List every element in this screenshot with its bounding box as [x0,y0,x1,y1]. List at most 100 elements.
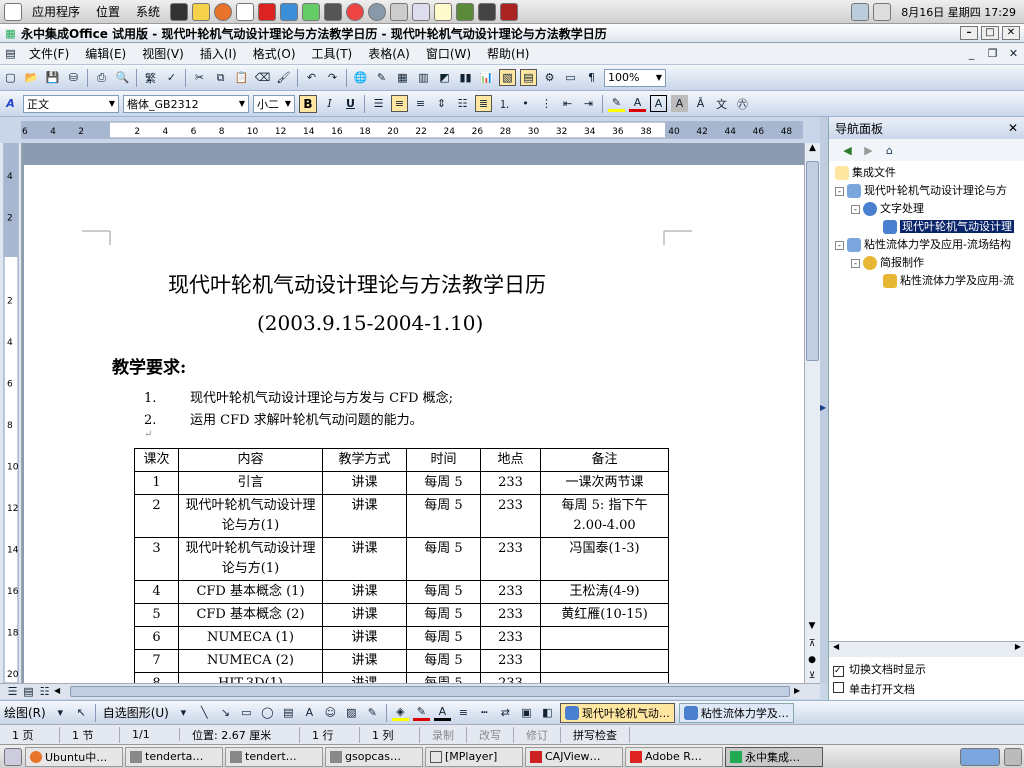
text-editor-icon[interactable] [192,2,211,21]
arrow-style-icon[interactable]: ⇄ [497,704,514,721]
menu-system[interactable]: 系统 [128,3,168,20]
gear-icon[interactable]: ⚙ [541,69,558,86]
nav-hscroll[interactable]: ◀ ▶ [829,641,1024,657]
req-item-1[interactable]: 1. 现代叶轮机气动设计理论与方发与 CFD 概念; [144,387,453,406]
document-area[interactable]: 现代叶轮机气动设计理论与方法教学日历 (2003.9.15-2004-1.10)… [22,143,804,683]
scroll-down-icon[interactable]: ▼ [805,621,819,631]
option-single-click[interactable]: 单击打开文档 [833,681,915,697]
undo-icon[interactable]: ↶ [303,69,320,86]
task-yozo-office[interactable]: 永中集成… [725,746,823,767]
doc-minimize-icon[interactable]: _ [963,45,980,62]
task-adobe-reader[interactable]: Adobe R… [625,746,723,767]
print-icon[interactable]: ⎙ [93,69,110,86]
cell-session[interactable]: 2 [134,494,179,538]
new-icon[interactable]: ▢ [2,69,19,86]
italic-button[interactable]: I [321,95,338,112]
req-heading[interactable]: 教学要求: [112,353,186,378]
task-mplayer[interactable]: [MPlayer] [425,746,523,767]
cell-time[interactable]: 每周 5 [406,494,481,538]
justify-icon[interactable]: ☰ [370,95,387,112]
task-tender2[interactable]: tendert… [225,746,323,767]
books-icon[interactable] [456,2,475,21]
char-scale-icon[interactable]: Ā [692,95,709,112]
cell-session[interactable]: 8 [134,672,179,683]
clipart-icon[interactable]: ☺ [322,704,339,721]
line-color-icon[interactable]: ✎ [412,704,430,721]
cell-time[interactable]: 每周 5 [406,537,481,581]
panel-splitter[interactable]: ▶ [820,117,828,683]
insert-table-icon[interactable]: ▦ [394,69,411,86]
line-style-icon[interactable]: ≡ [455,704,472,721]
underline-button[interactable]: U [342,95,359,112]
paste-icon[interactable]: 📋 [233,69,250,86]
doc-menu-icon[interactable]: ▤ [2,45,19,62]
trad-simp-icon[interactable]: 繁 [142,69,159,86]
collapse-toggle[interactable]: - [851,259,860,268]
trash-icon[interactable] [1004,747,1022,766]
bold-button[interactable]: B [299,94,317,113]
audio-icon[interactable] [390,2,409,21]
multilevel-icon[interactable]: ⋮ [538,95,555,112]
menu-tools[interactable]: 工具(T) [304,45,361,62]
chevron-down-icon[interactable]: ▾ [175,704,192,721]
doc-dates[interactable]: (2003.9.15-2004-1.10) [257,311,483,335]
document-icon[interactable] [236,2,255,21]
cell-notes[interactable]: 冯国泰(1-3) [540,537,669,581]
cell-content[interactable]: 现代叶轮机气动设计理论与方(1) [178,537,323,581]
tree-item-doc2[interactable]: - 粘性流体力学及应用-流场结构 [835,236,1011,252]
cell-notes[interactable]: 一课次两节课 [540,471,669,495]
zoom-select[interactable]: 100% ▼ [604,68,666,87]
calendar-table[interactable]: 课次 内容 教学方式 时间 地点 备注 1 引言 讲课 每周 5 233 一课次两节课 2 现… [134,448,669,683]
home-icon[interactable]: ⌂ [881,142,898,159]
doc-tab-1[interactable]: 现代叶轮机气动… [559,702,675,723]
scroll-left-icon[interactable]: ◀ [829,642,839,651]
close-button[interactable]: ✕ [1002,26,1020,40]
cell-place[interactable]: 233 [480,649,541,673]
checkbox[interactable] [833,682,844,693]
styles-icon[interactable]: A [2,95,19,112]
outline-view-icon[interactable]: ☷ [36,683,53,700]
font-color-icon[interactable]: A [433,704,451,721]
decrease-indent-icon[interactable]: ⇤ [559,95,576,112]
scroll-up-icon[interactable]: ▲ [805,143,820,159]
cell-time[interactable]: 每周 5 [406,471,481,495]
cell-method[interactable]: 讲课 [322,471,407,495]
cell-session[interactable]: 1 [134,471,179,495]
scroll-right-icon[interactable]: ▶ [1015,642,1021,651]
volume-icon[interactable] [873,2,892,21]
align-center-icon[interactable]: ≡ [391,95,408,112]
cell-time[interactable]: 每周 5 [406,603,481,627]
prev-page-icon[interactable]: ⊼ [805,639,819,649]
doc-map-icon[interactable]: ▧ [499,69,516,86]
status-revision[interactable]: 修订 [514,726,561,743]
autoshape-menu[interactable]: 自选图形(U) [99,704,173,721]
drawing-icon[interactable]: ◩ [436,69,453,86]
increase-indent-icon[interactable]: ⇥ [580,95,597,112]
char-shading-icon[interactable]: A [671,95,688,112]
cell-notes[interactable] [540,626,669,650]
status-record[interactable]: 录制 [420,726,467,743]
fill-color-icon[interactable]: ◈ [391,704,409,721]
menu-edit[interactable]: 编辑(E) [77,45,134,62]
cell-content[interactable]: 现代叶轮机气动设计理论与方(1) [178,494,323,538]
edit-picture-icon[interactable]: ✎ [364,704,381,721]
clock[interactable]: 8月16日 星期四 17:29 [893,4,1024,20]
rectangle-icon[interactable]: ▭ [238,704,255,721]
open-icon[interactable]: 📂 [23,69,40,86]
tree-item-presentation[interactable]: - 简报制作 [851,254,924,270]
hyperlink-icon[interactable]: 🌐 [352,69,369,86]
cell-session[interactable]: 5 [134,603,179,627]
picture-icon[interactable]: ▨ [343,704,360,721]
cell-place[interactable]: 233 [480,537,541,581]
page[interactable]: 现代叶轮机气动设计理论与方法教学日历 (2003.9.15-2004-1.10)… [24,165,804,683]
vertical-ruler[interactable]: 4 2 2 4 6 8 10 12 14 16 18 20 [0,142,22,684]
req-item-2[interactable]: 2. 运用 CFD 求解叶轮机气动问题的能力。 [144,409,423,428]
cell-content[interactable]: CFD 基本概念 (2) [178,603,323,627]
tree-item-doc1[interactable]: - 现代叶轮机气动设计理论与方 [835,182,1007,198]
enclose-char-icon[interactable]: ㊅ [734,95,751,112]
cell-content[interactable]: CFD 基本概念 (1) [178,580,323,604]
collapse-toggle[interactable]: - [835,187,844,196]
doc-close-icon[interactable]: ✕ [1005,45,1022,62]
show-hide-icon[interactable]: ¶ [583,69,600,86]
dash-style-icon[interactable]: ┅ [476,704,493,721]
